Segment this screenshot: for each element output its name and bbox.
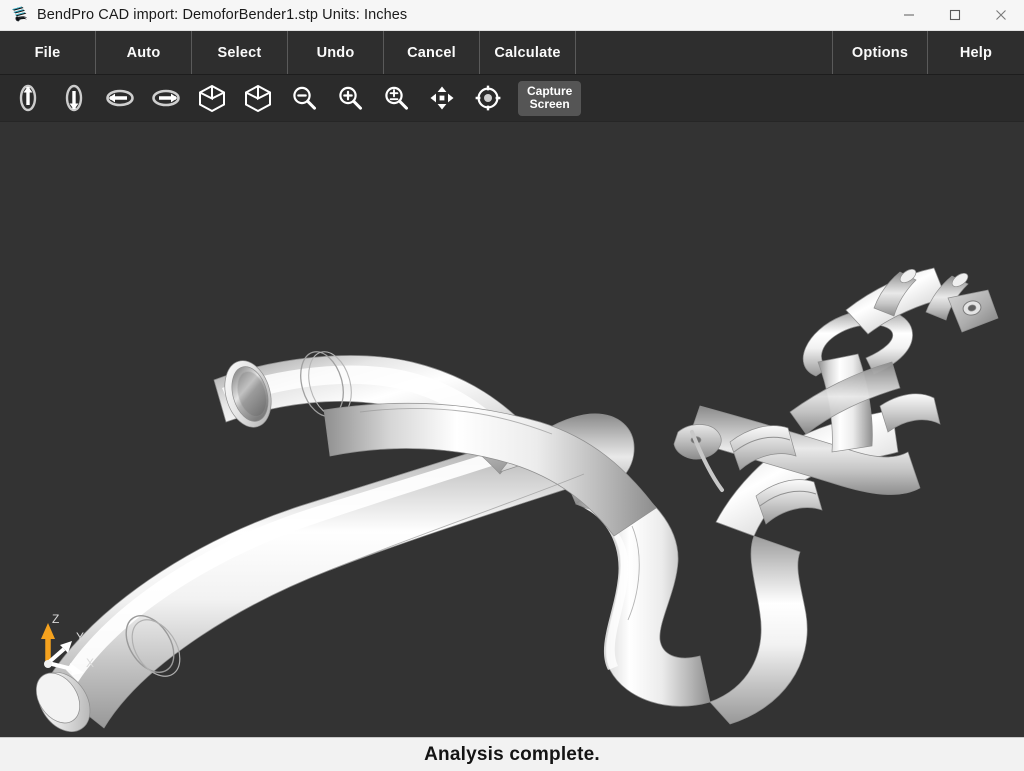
bent-tube-assembly-model [0,122,1024,737]
target-crosshair-icon [475,85,501,111]
menu-item-label: Select [217,44,262,61]
menu-item-label: Options [851,44,909,61]
menu-items-right: Options Help [832,31,1024,74]
center-view-button[interactable] [466,77,510,119]
menu-item-label: File [34,44,61,61]
menu-item-undo[interactable]: Undo [288,31,384,74]
rotate-horizontal-ccw-button[interactable] [98,77,142,119]
four-way-arrows-icon [430,86,454,110]
menu-item-label: Cancel [407,44,456,61]
viewport-3d[interactable]: Z Y X [0,122,1024,737]
application-window: BendPro CAD import: DemoforBender1.stp U… [0,0,1024,771]
magnifier-plus-icon [339,86,362,110]
menu-item-label: Help [959,44,993,61]
minimize-icon [904,14,914,16]
pan-button[interactable] [420,77,464,119]
menu-item-calculate[interactable]: Calculate [480,31,576,74]
magnifier-plusminus-icon [385,86,408,110]
menu-items-left: File Auto Select Undo Cancel Calculate [0,31,576,74]
cube-right-icon [245,84,271,113]
menu-item-cancel[interactable]: Cancel [384,31,480,74]
minimize-button[interactable] [886,0,932,31]
menu-item-label: Undo [316,44,355,61]
maximize-button[interactable] [932,0,978,31]
rotate-left-vertical-axis-button[interactable] [6,77,50,119]
view-isometric-right-button[interactable] [236,77,280,119]
menu-item-label: Auto [126,44,161,61]
rotate-vertical-ccw-icon [19,84,37,112]
pipe-logo-icon [12,6,28,22]
rotate-vertical-cw-icon [65,84,83,112]
menu-bar: File Auto Select Undo Cancel Calculate O… [0,31,1024,75]
menu-item-label: Calculate [494,44,561,61]
magnifier-minus-icon [293,86,316,110]
window-controls [886,0,1024,31]
zoom-fit-button[interactable] [374,77,418,119]
close-button[interactable] [978,0,1024,31]
menu-item-select[interactable]: Select [192,31,288,74]
rotate-right-vertical-axis-button[interactable] [52,77,96,119]
window-title-text: BendPro CAD import: DemoforBender1.stp U… [37,7,408,23]
title-bar: BendPro CAD import: DemoforBender1.stp U… [0,0,1024,31]
rotate-horizontal-cw-icon [152,89,180,107]
rotate-horizontal-ccw-icon [106,89,134,107]
status-bar: Analysis complete. [0,737,1024,771]
zoom-in-button[interactable] [328,77,372,119]
maximize-icon [949,9,961,21]
status-message: Analysis complete. [424,743,600,765]
menu-item-file[interactable]: File [0,31,96,74]
capture-screen-button[interactable]: Capture Screen [518,80,582,116]
rotate-horizontal-cw-button[interactable] [144,77,188,119]
zoom-out-button[interactable] [282,77,326,119]
cube-left-icon [199,84,225,113]
capture-screen-label-line2: Screen [529,97,570,111]
view-isometric-left-button[interactable] [190,77,234,119]
menu-item-auto[interactable]: Auto [96,31,192,74]
menu-item-help[interactable]: Help [928,31,1024,74]
title-bar-left: BendPro CAD import: DemoforBender1.stp U… [0,5,886,25]
close-icon [996,10,1006,20]
tool-bar: Capture Screen [0,75,1024,122]
menu-item-options[interactable]: Options [832,31,928,74]
